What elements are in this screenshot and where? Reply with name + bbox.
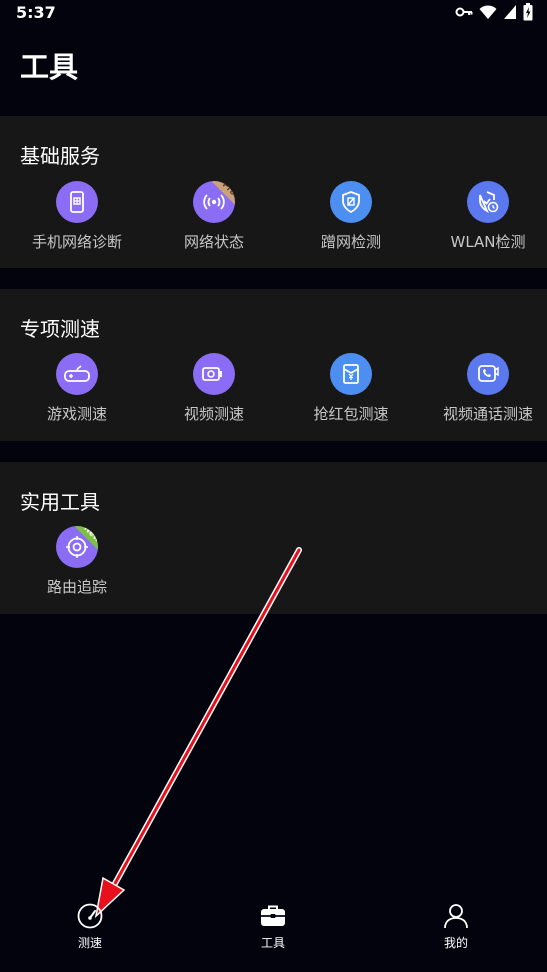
wireless-icon: Pro [193,181,235,223]
bottom-nav: 测速 工具 我的 [0,888,547,972]
nav-label: 我的 [443,936,468,950]
tool-label: 视频通话测速 [442,405,533,423]
tool-label: 抢红包测速 [313,405,389,423]
nav-label: 测速 [77,936,102,950]
signal-icon [504,5,516,19]
tool-phone-network-diagnosis[interactable]: 手机网络诊断 [9,181,145,252]
toolbox-icon [261,905,285,926]
section-utilities: 实用工具 New 路由追踪 [0,462,547,614]
nav-label: 工具 [260,936,285,950]
speedometer-icon [77,903,103,929]
route-trace-icon: New [56,526,98,568]
status-icons [455,3,533,21]
video-call-icon [467,353,509,395]
red-packet-icon [330,353,372,395]
key-icon [455,7,473,17]
tool-label: WLAN检测 [450,233,526,251]
tool-network-status[interactable]: Pro 网络状态 [146,181,282,252]
shield-clock-icon [467,181,509,223]
tool-label: 路由追踪 [46,578,107,596]
battery-icon [523,3,533,21]
gamepad-icon [56,353,98,395]
tool-video-call-speedtest[interactable]: 视频通话测速 [420,353,547,424]
status-time: 5:37 [16,3,56,22]
nav-tools[interactable]: 工具 [223,902,323,951]
shield-icon [330,181,372,223]
section-title: 基础服务 [20,144,100,168]
tool-game-speedtest[interactable]: 游戏测速 [9,353,145,424]
nav-speedtest[interactable]: 测速 [40,902,140,951]
tool-wifi-freeloader-detection[interactable]: 蹭网检测 [283,181,419,252]
section-special-speedtest: 专项测速 游戏测速 视频测速 抢红包测速 视频通话测速 [0,289,547,441]
tool-route-trace[interactable]: New 路由追踪 [9,526,145,597]
status-bar: 5:37 [0,0,547,26]
profile-icon [444,904,468,929]
nav-profile[interactable]: 我的 [406,902,506,951]
wifi-icon [479,5,497,19]
page-title: 工具 [20,50,79,84]
tool-red-packet-speedtest[interactable]: 抢红包测速 [283,353,419,424]
video-camera-icon [193,353,235,395]
section-title: 实用工具 [20,490,100,514]
tool-label: 手机网络诊断 [31,233,122,251]
tool-label: 网络状态 [183,233,244,251]
tool-wlan-detection[interactable]: WLAN检测 [420,181,547,252]
section-basic-services: 基础服务 手机网络诊断 Pro 网络状态 蹭网检测 WLAN检测 [0,116,547,268]
phone-icon [56,181,98,223]
section-title: 专项测速 [20,317,100,341]
tool-label: 蹭网检测 [320,233,381,251]
tool-video-speedtest[interactable]: 视频测速 [146,353,282,424]
tool-label: 游戏测速 [46,405,107,423]
tool-label: 视频测速 [183,405,244,423]
